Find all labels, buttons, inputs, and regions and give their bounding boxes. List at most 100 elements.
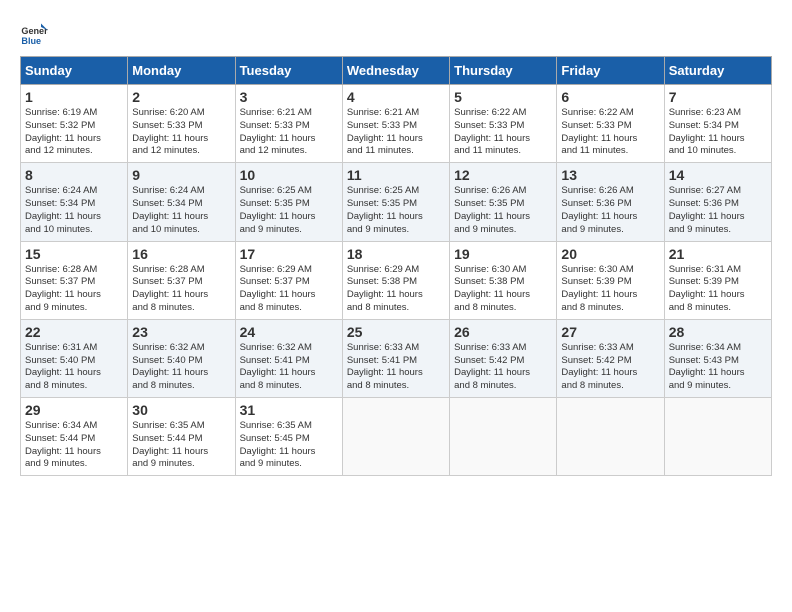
calendar-cell: [342, 398, 449, 476]
calendar-cell: 20 Sunrise: 6:30 AM Sunset: 5:39 PM Dayli…: [557, 241, 664, 319]
day-info: Sunrise: 6:21 AM Sunset: 5:33 PM Dayligh…: [347, 107, 445, 158]
day-number: 6: [561, 89, 659, 105]
day-number: 10: [240, 167, 338, 183]
calendar-week-row: 22 Sunrise: 6:31 AM Sunset: 5:40 PM Dayli…: [21, 319, 772, 397]
day-info: Sunrise: 6:24 AM Sunset: 5:34 PM Dayligh…: [25, 185, 123, 236]
day-info: Sunrise: 6:28 AM Sunset: 5:37 PM Dayligh…: [132, 264, 230, 315]
day-number: 25: [347, 324, 445, 340]
day-info: Sunrise: 6:33 AM Sunset: 5:41 PM Dayligh…: [347, 342, 445, 393]
calendar-cell: 11Sunrise: 6:25 AM Sunset: 5:35 PM Dayli…: [342, 163, 449, 241]
column-header-sunday: Sunday: [21, 57, 128, 85]
day-info: Sunrise: 6:26 AM Sunset: 5:36 PM Dayligh…: [561, 185, 659, 236]
day-number: 13: [561, 167, 659, 183]
calendar-cell: 7 Sunrise: 6:23 AM Sunset: 5:34 PM Daylig…: [664, 85, 771, 163]
svg-text:Blue: Blue: [21, 36, 41, 46]
calendar-cell: 8 Sunrise: 6:24 AM Sunset: 5:34 PM Daylig…: [21, 163, 128, 241]
day-info: Sunrise: 6:35 AM Sunset: 5:45 PM Dayligh…: [240, 420, 338, 471]
calendar-cell: 24Sunrise: 6:32 AM Sunset: 5:41 PM Dayli…: [235, 319, 342, 397]
day-info: Sunrise: 6:22 AM Sunset: 5:33 PM Dayligh…: [454, 107, 552, 158]
day-info: Sunrise: 6:30 AM Sunset: 5:39 PM Dayligh…: [561, 264, 659, 315]
day-number: 28: [669, 324, 767, 340]
calendar-cell: 31 Sunrise: 6:35 AM Sunset: 5:45 PM Dayli…: [235, 398, 342, 476]
calendar-cell: 22 Sunrise: 6:31 AM Sunset: 5:40 PM Dayli…: [21, 319, 128, 397]
day-info: Sunrise: 6:19 AM Sunset: 5:32 PM Dayligh…: [25, 107, 123, 158]
day-info: Sunrise: 6:25 AM Sunset: 5:35 PM Dayligh…: [240, 185, 338, 236]
calendar-cell: 21Sunrise: 6:31 AM Sunset: 5:39 PM Dayli…: [664, 241, 771, 319]
calendar-cell: 19 Sunrise: 6:30 AM Sunset: 5:38 PM Dayli…: [450, 241, 557, 319]
calendar-cell: 17 Sunrise: 6:29 AM Sunset: 5:37 PM Dayli…: [235, 241, 342, 319]
calendar-cell: 3 Sunrise: 6:21 AM Sunset: 5:33 PM Daylig…: [235, 85, 342, 163]
calendar-week-row: 29 Sunrise: 6:34 AM Sunset: 5:44 PM Dayli…: [21, 398, 772, 476]
day-info: Sunrise: 6:29 AM Sunset: 5:37 PM Dayligh…: [240, 264, 338, 315]
day-number: 21: [669, 246, 767, 262]
day-info: Sunrise: 6:23 AM Sunset: 5:34 PM Dayligh…: [669, 107, 767, 158]
logo: General Blue: [20, 20, 52, 48]
calendar-week-row: 15 Sunrise: 6:28 AM Sunset: 5:37 PM Dayli…: [21, 241, 772, 319]
day-number: 4: [347, 89, 445, 105]
day-info: Sunrise: 6:33 AM Sunset: 5:42 PM Dayligh…: [561, 342, 659, 393]
calendar-cell: 16 Sunrise: 6:28 AM Sunset: 5:37 PM Dayli…: [128, 241, 235, 319]
day-number: 12: [454, 167, 552, 183]
column-header-monday: Monday: [128, 57, 235, 85]
day-info: Sunrise: 6:29 AM Sunset: 5:38 PM Dayligh…: [347, 264, 445, 315]
day-number: 18: [347, 246, 445, 262]
calendar-cell: 29 Sunrise: 6:34 AM Sunset: 5:44 PM Dayli…: [21, 398, 128, 476]
day-number: 27: [561, 324, 659, 340]
calendar-cell: [450, 398, 557, 476]
calendar-cell: 6 Sunrise: 6:22 AM Sunset: 5:33 PM Daylig…: [557, 85, 664, 163]
calendar-cell: 1 Sunrise: 6:19 AM Sunset: 5:32 PM Daylig…: [21, 85, 128, 163]
day-info: Sunrise: 6:22 AM Sunset: 5:33 PM Dayligh…: [561, 107, 659, 158]
day-number: 17: [240, 246, 338, 262]
calendar-cell: [557, 398, 664, 476]
day-info: Sunrise: 6:28 AM Sunset: 5:37 PM Dayligh…: [25, 264, 123, 315]
calendar-cell: 10 Sunrise: 6:25 AM Sunset: 5:35 PM Dayli…: [235, 163, 342, 241]
day-number: 16: [132, 246, 230, 262]
calendar-cell: 9Sunrise: 6:24 AM Sunset: 5:34 PM Daylig…: [128, 163, 235, 241]
day-number: 15: [25, 246, 123, 262]
day-number: 8: [25, 167, 123, 183]
day-number: 31: [240, 402, 338, 418]
day-info: Sunrise: 6:34 AM Sunset: 5:43 PM Dayligh…: [669, 342, 767, 393]
day-number: 3: [240, 89, 338, 105]
day-number: 20: [561, 246, 659, 262]
calendar-cell: 18 Sunrise: 6:29 AM Sunset: 5:38 PM Dayli…: [342, 241, 449, 319]
calendar-week-row: 1 Sunrise: 6:19 AM Sunset: 5:32 PM Daylig…: [21, 85, 772, 163]
calendar-cell: 4 Sunrise: 6:21 AM Sunset: 5:33 PM Daylig…: [342, 85, 449, 163]
column-header-saturday: Saturday: [664, 57, 771, 85]
day-info: Sunrise: 6:35 AM Sunset: 5:44 PM Dayligh…: [132, 420, 230, 471]
calendar-cell: 14Sunrise: 6:27 AM Sunset: 5:36 PM Dayli…: [664, 163, 771, 241]
day-number: 23: [132, 324, 230, 340]
day-info: Sunrise: 6:27 AM Sunset: 5:36 PM Dayligh…: [669, 185, 767, 236]
day-number: 11: [347, 167, 445, 183]
day-number: 19: [454, 246, 552, 262]
column-header-friday: Friday: [557, 57, 664, 85]
page-header: General Blue: [20, 20, 772, 48]
day-number: 30: [132, 402, 230, 418]
calendar-cell: 26Sunrise: 6:33 AM Sunset: 5:42 PM Dayli…: [450, 319, 557, 397]
column-header-thursday: Thursday: [450, 57, 557, 85]
day-number: 24: [240, 324, 338, 340]
day-info: Sunrise: 6:21 AM Sunset: 5:33 PM Dayligh…: [240, 107, 338, 158]
day-info: Sunrise: 6:30 AM Sunset: 5:38 PM Dayligh…: [454, 264, 552, 315]
day-info: Sunrise: 6:32 AM Sunset: 5:40 PM Dayligh…: [132, 342, 230, 393]
day-number: 7: [669, 89, 767, 105]
column-header-tuesday: Tuesday: [235, 57, 342, 85]
calendar-cell: 25 Sunrise: 6:33 AM Sunset: 5:41 PM Dayli…: [342, 319, 449, 397]
calendar-cell: 2 Sunrise: 6:20 AM Sunset: 5:33 PM Daylig…: [128, 85, 235, 163]
calendar-cell: 12Sunrise: 6:26 AM Sunset: 5:35 PM Dayli…: [450, 163, 557, 241]
day-info: Sunrise: 6:34 AM Sunset: 5:44 PM Dayligh…: [25, 420, 123, 471]
day-number: 1: [25, 89, 123, 105]
day-number: 2: [132, 89, 230, 105]
day-info: Sunrise: 6:20 AM Sunset: 5:33 PM Dayligh…: [132, 107, 230, 158]
calendar-cell: 23 Sunrise: 6:32 AM Sunset: 5:40 PM Dayli…: [128, 319, 235, 397]
calendar-table: SundayMondayTuesdayWednesdayThursdayFrid…: [20, 56, 772, 476]
calendar-week-row: 8 Sunrise: 6:24 AM Sunset: 5:34 PM Daylig…: [21, 163, 772, 241]
day-info: Sunrise: 6:31 AM Sunset: 5:40 PM Dayligh…: [25, 342, 123, 393]
calendar-header: SundayMondayTuesdayWednesdayThursdayFrid…: [21, 57, 772, 85]
day-number: 5: [454, 89, 552, 105]
calendar-cell: 27 Sunrise: 6:33 AM Sunset: 5:42 PM Dayli…: [557, 319, 664, 397]
day-number: 29: [25, 402, 123, 418]
day-number: 22: [25, 324, 123, 340]
day-number: 26: [454, 324, 552, 340]
calendar-cell: 30 Sunrise: 6:35 AM Sunset: 5:44 PM Dayli…: [128, 398, 235, 476]
